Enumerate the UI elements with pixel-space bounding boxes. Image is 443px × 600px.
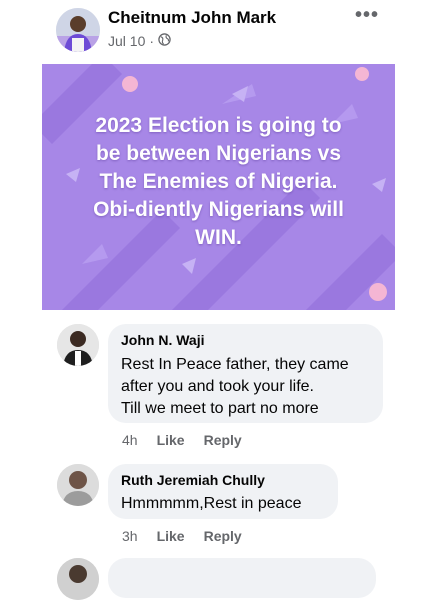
comment-text-line: Hmmmmm,Rest in peace: [121, 495, 302, 512]
more-options-icon: •••: [354, 3, 379, 26]
comment-bubble: John N. Waji Rest In Peace father, they …: [108, 324, 383, 423]
comment-bubble-partial: [108, 558, 376, 598]
commenter-avatar[interactable]: [57, 324, 99, 366]
like-button[interactable]: Like: [157, 528, 185, 544]
comment-actions: 3h Like Reply: [122, 528, 242, 544]
post-author-name[interactable]: Cheitnum John Mark: [108, 8, 276, 28]
comment-text-line: after you and took your life.: [121, 378, 314, 395]
comment-author[interactable]: Ruth Jeremiah Chully: [121, 471, 324, 489]
post-date[interactable]: Jul 10: [108, 33, 145, 49]
commenter-avatar[interactable]: [57, 464, 99, 506]
comment-bubble: Ruth Jeremiah Chully Hmmmmm,Rest in peac…: [108, 464, 338, 519]
commenter-avatar[interactable]: [57, 558, 99, 600]
comment-actions: 4h Like Reply: [122, 432, 242, 448]
like-button[interactable]: Like: [157, 432, 185, 448]
comment-text-line: Rest In Peace father, they came: [121, 356, 349, 373]
comment-time: 3h: [122, 528, 138, 544]
post-meta: Jul 10 ·: [108, 33, 171, 49]
comment-text-line: Till we meet to part no more: [121, 400, 319, 417]
author-avatar[interactable]: [56, 8, 100, 52]
meta-separator: ·: [149, 33, 155, 49]
reply-button[interactable]: Reply: [204, 432, 242, 448]
reply-button[interactable]: Reply: [204, 528, 242, 544]
comment-author[interactable]: John N. Waji: [121, 331, 369, 349]
more-options-button[interactable]: •••: [352, 4, 382, 26]
post-image-card[interactable]: 2023 Election is going to be between Nig…: [42, 64, 395, 310]
globe-icon: [158, 33, 171, 49]
comment-time: 4h: [122, 432, 138, 448]
post-text: 2023 Election is going to be between Nig…: [93, 114, 344, 249]
